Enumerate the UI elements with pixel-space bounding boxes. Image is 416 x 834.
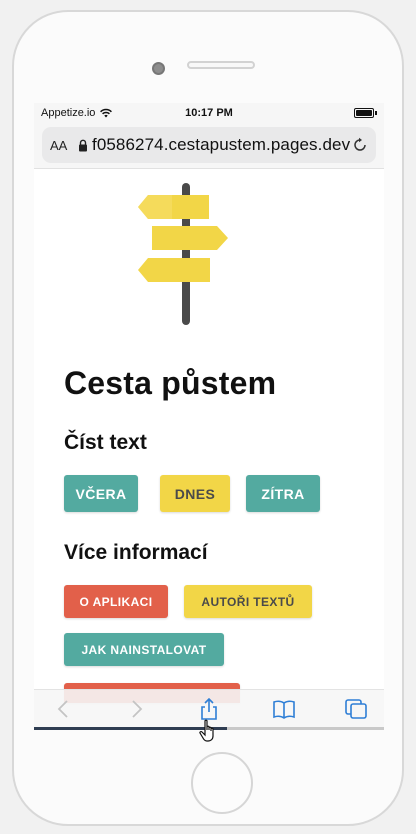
page-load-progress-fill [34, 727, 227, 730]
reload-icon[interactable] [352, 137, 368, 153]
front-camera [152, 62, 165, 75]
tabs-icon[interactable] [344, 698, 368, 720]
bookmarks-icon[interactable] [272, 698, 296, 720]
info-section-heading: Více informací [64, 541, 208, 564]
address-bar[interactable]: AA f0586274.cestapustem.pages.dev [42, 127, 376, 163]
yesterday-button[interactable]: VČERA [64, 475, 138, 512]
tomorrow-button[interactable]: ZÍTRA [246, 475, 320, 512]
today-button[interactable]: DNES [160, 475, 230, 512]
back-icon[interactable] [52, 698, 76, 720]
web-page: Cesta půstem Číst text VČERA DNES ZÍTRA … [34, 169, 384, 703]
about-app-button[interactable]: O APLIKACI [64, 585, 168, 618]
status-time: 10:17 PM [185, 107, 233, 119]
page-title: Cesta půstem [64, 365, 277, 401]
read-section-heading: Číst text [64, 431, 147, 454]
earpiece-speaker [187, 61, 255, 69]
share-icon[interactable] [197, 698, 221, 720]
signpost-logo [138, 183, 228, 325]
status-bar: Appetize.io 10:17 PM [34, 103, 384, 123]
phone-screen: Appetize.io 10:17 PM AA f0586274.cestapu… [34, 103, 384, 730]
hand-cursor-icon [199, 719, 214, 742]
lock-icon [79, 139, 87, 151]
safari-address-area: AA f0586274.cestapustem.pages.dev [34, 123, 384, 169]
url-text[interactable]: f0586274.cestapustem.pages.dev [92, 135, 354, 155]
how-to-install-button[interactable]: JAK NAINSTALOVAT [64, 633, 224, 666]
text-authors-button[interactable]: AUTOŘI TEXTŮ [184, 585, 312, 618]
text-size-button[interactable]: AA [50, 138, 78, 153]
home-button[interactable] [191, 752, 253, 814]
forward-icon[interactable] [124, 698, 148, 720]
battery-icon [354, 108, 377, 118]
